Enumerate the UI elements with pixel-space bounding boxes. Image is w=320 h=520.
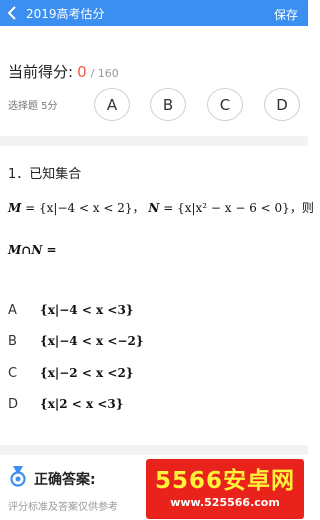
disclaimer-note: 评分标准及答案仅供参考 (8, 502, 118, 513)
page-title: 2019高考估分 (26, 6, 105, 21)
section-divider (0, 136, 308, 146)
answer-letter: D (8, 396, 19, 412)
answer-text: {x|−4 < x <3} (40, 303, 134, 317)
option-button-c[interactable]: C (207, 88, 243, 121)
separator: ， (132, 201, 145, 215)
question-title: 1．已知集合 (8, 167, 82, 182)
save-button[interactable]: 保存 (274, 6, 298, 23)
question-tail: ，则 (289, 201, 314, 215)
watermark-brand: 5566安卓网 (154, 468, 295, 494)
answer-text: {x|−2 < x <2} (40, 366, 134, 380)
answer-option-a[interactable]: A {x|−4 < x <3} (8, 299, 298, 321)
medal-icon (10, 466, 26, 487)
top-bar: 2019高考估分 保存 (0, 0, 308, 26)
answer-letter: B (8, 333, 17, 349)
score-value: 0 (77, 63, 87, 81)
correct-answer-label: 正确答案: (34, 472, 96, 488)
question-type-label: 选择题 5分 (8, 101, 58, 112)
score-total: / 160 (90, 67, 119, 80)
set-m-symbol: M (8, 201, 22, 215)
option-button-b[interactable]: B (150, 88, 186, 121)
answer-option-c[interactable]: C {x|−2 < x <2} (8, 362, 298, 384)
set-n-definition: = {x|x² − x − 6 < 0} (163, 201, 290, 215)
answer-letter: C (8, 365, 18, 381)
answer-letter: A (8, 302, 17, 318)
answer-option-b[interactable]: B {x|−4 < x <−2} (8, 330, 298, 352)
chevron-left-icon (7, 6, 16, 20)
score-row: 当前得分: 0 / 160 (8, 61, 119, 82)
set-n-symbol: N (148, 201, 160, 215)
question-condition: M = {x|−4 < x < 2}， N = {x|x² − x − 6 < … (8, 199, 314, 216)
section-divider (0, 445, 308, 455)
watermark-url: www.525566.com (170, 496, 280, 509)
answer-text: {x|2 < x <3} (40, 397, 124, 411)
score-label: 当前得分: (8, 63, 74, 81)
question-ask: M∩N = (8, 243, 57, 257)
site-watermark: 5566安卓网 www.525566.com (146, 459, 304, 519)
set-m-definition: = {x|−4 < x < 2} (25, 201, 133, 215)
answer-option-d[interactable]: D {x|2 < x <3} (8, 393, 298, 415)
option-button-a[interactable]: A (94, 88, 130, 121)
back-button[interactable] (0, 0, 24, 26)
answer-text: {x|−4 < x <−2} (40, 334, 144, 348)
option-button-d[interactable]: D (264, 88, 300, 121)
